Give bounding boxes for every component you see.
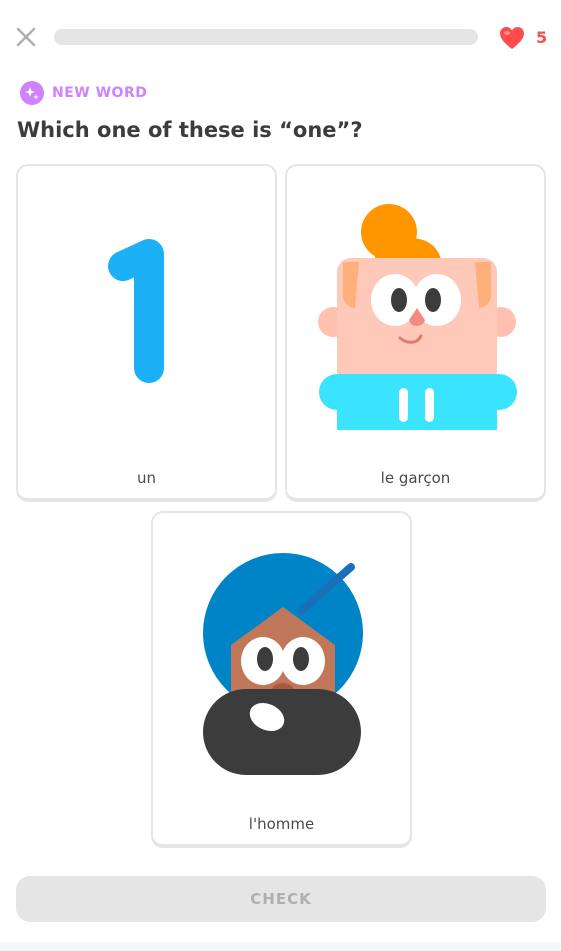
number-one-illustration <box>108 239 164 383</box>
boy-illustration <box>318 204 517 430</box>
close-icon <box>16 27 36 47</box>
bottom-divider <box>0 942 561 951</box>
choice-card-un[interactable]: un <box>16 164 277 502</box>
choice-label: l'homme <box>248 815 315 833</box>
top-bar: 5 <box>0 0 561 75</box>
man-turban-illustration <box>203 553 363 775</box>
choice-label: le garçon <box>380 469 451 487</box>
new-word-label: NEW WORD <box>52 85 148 101</box>
choice-card-l-homme[interactable]: l'homme <box>151 511 412 848</box>
choice-card-le-garcon[interactable]: le garçon <box>285 164 546 502</box>
new-word-badge: NEW WORD <box>19 80 147 106</box>
choice-label: un <box>136 469 156 487</box>
heart-icon <box>500 27 524 49</box>
question-title: Which one of these is “one”? <box>17 118 363 142</box>
sparkle-icon <box>20 81 44 105</box>
close-button[interactable] <box>13 24 39 50</box>
hearts-count: 5 <box>536 28 548 47</box>
check-button[interactable]: CHECK <box>16 876 546 922</box>
progress-bar <box>54 29 478 45</box>
